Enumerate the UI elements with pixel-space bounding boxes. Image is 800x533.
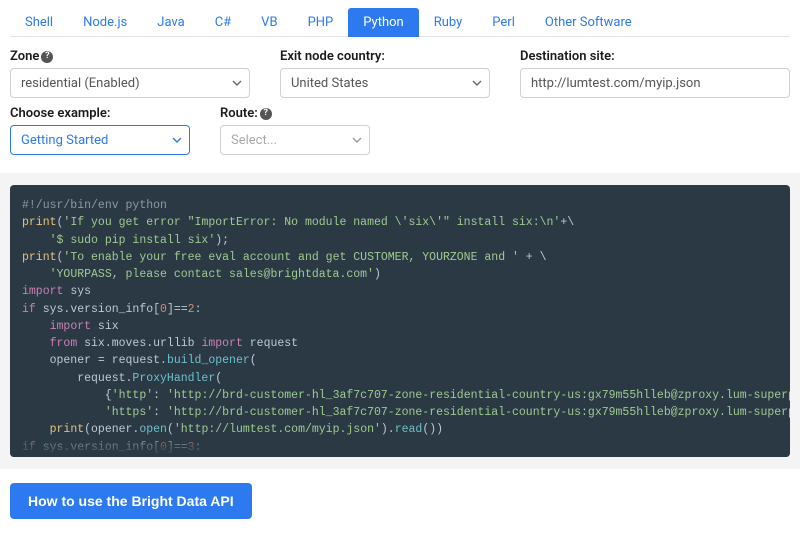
example-field: Choose example: Getting Started [10, 106, 190, 155]
code-content: #!/usr/bin/env python print('If you get … [22, 197, 790, 457]
language-tabs: Shell Node.js Java C# VB PHP Python Ruby… [10, 8, 790, 37]
tab-other[interactable]: Other Software [530, 8, 647, 37]
tab-ruby[interactable]: Ruby [419, 8, 478, 37]
example-select[interactable]: Getting Started [10, 125, 190, 155]
info-icon[interactable]: ? [41, 51, 53, 63]
destination-input[interactable]: http://lumtest.com/myip.json [520, 68, 790, 98]
zone-select[interactable]: residential (Enabled) [10, 68, 250, 98]
info-icon[interactable]: ? [260, 108, 272, 120]
example-label: Choose example: [10, 106, 190, 121]
destination-label: Destination site: [520, 49, 790, 64]
tab-php[interactable]: PHP [293, 8, 349, 37]
zone-label: Zone? [10, 49, 250, 64]
zone-field: Zone? residential (Enabled) [10, 49, 250, 98]
route-field: Route:? Select... [220, 106, 370, 155]
tab-csharp[interactable]: C# [200, 8, 246, 37]
route-select[interactable]: Select... [220, 125, 370, 155]
tab-perl[interactable]: Perl [477, 8, 530, 37]
tab-vb[interactable]: VB [246, 8, 292, 37]
exit-country-select[interactable]: United States [280, 68, 490, 98]
tab-java[interactable]: Java [142, 8, 199, 37]
api-help-button[interactable]: How to use the Bright Data API [10, 483, 252, 519]
footer: How to use the Bright Data API [0, 469, 800, 533]
tab-python[interactable]: Python [348, 8, 418, 37]
tab-shell[interactable]: Shell [10, 8, 68, 37]
code-area: #!/usr/bin/env python print('If you get … [0, 173, 800, 469]
destination-field: Destination site: http://lumtest.com/myi… [520, 49, 790, 98]
tab-nodejs[interactable]: Node.js [68, 8, 142, 37]
route-label: Route:? [220, 106, 370, 121]
exit-country-label: Exit node country: [280, 49, 490, 64]
exit-country-field: Exit node country: United States [280, 49, 490, 98]
code-block[interactable]: #!/usr/bin/env python print('If you get … [10, 185, 790, 457]
